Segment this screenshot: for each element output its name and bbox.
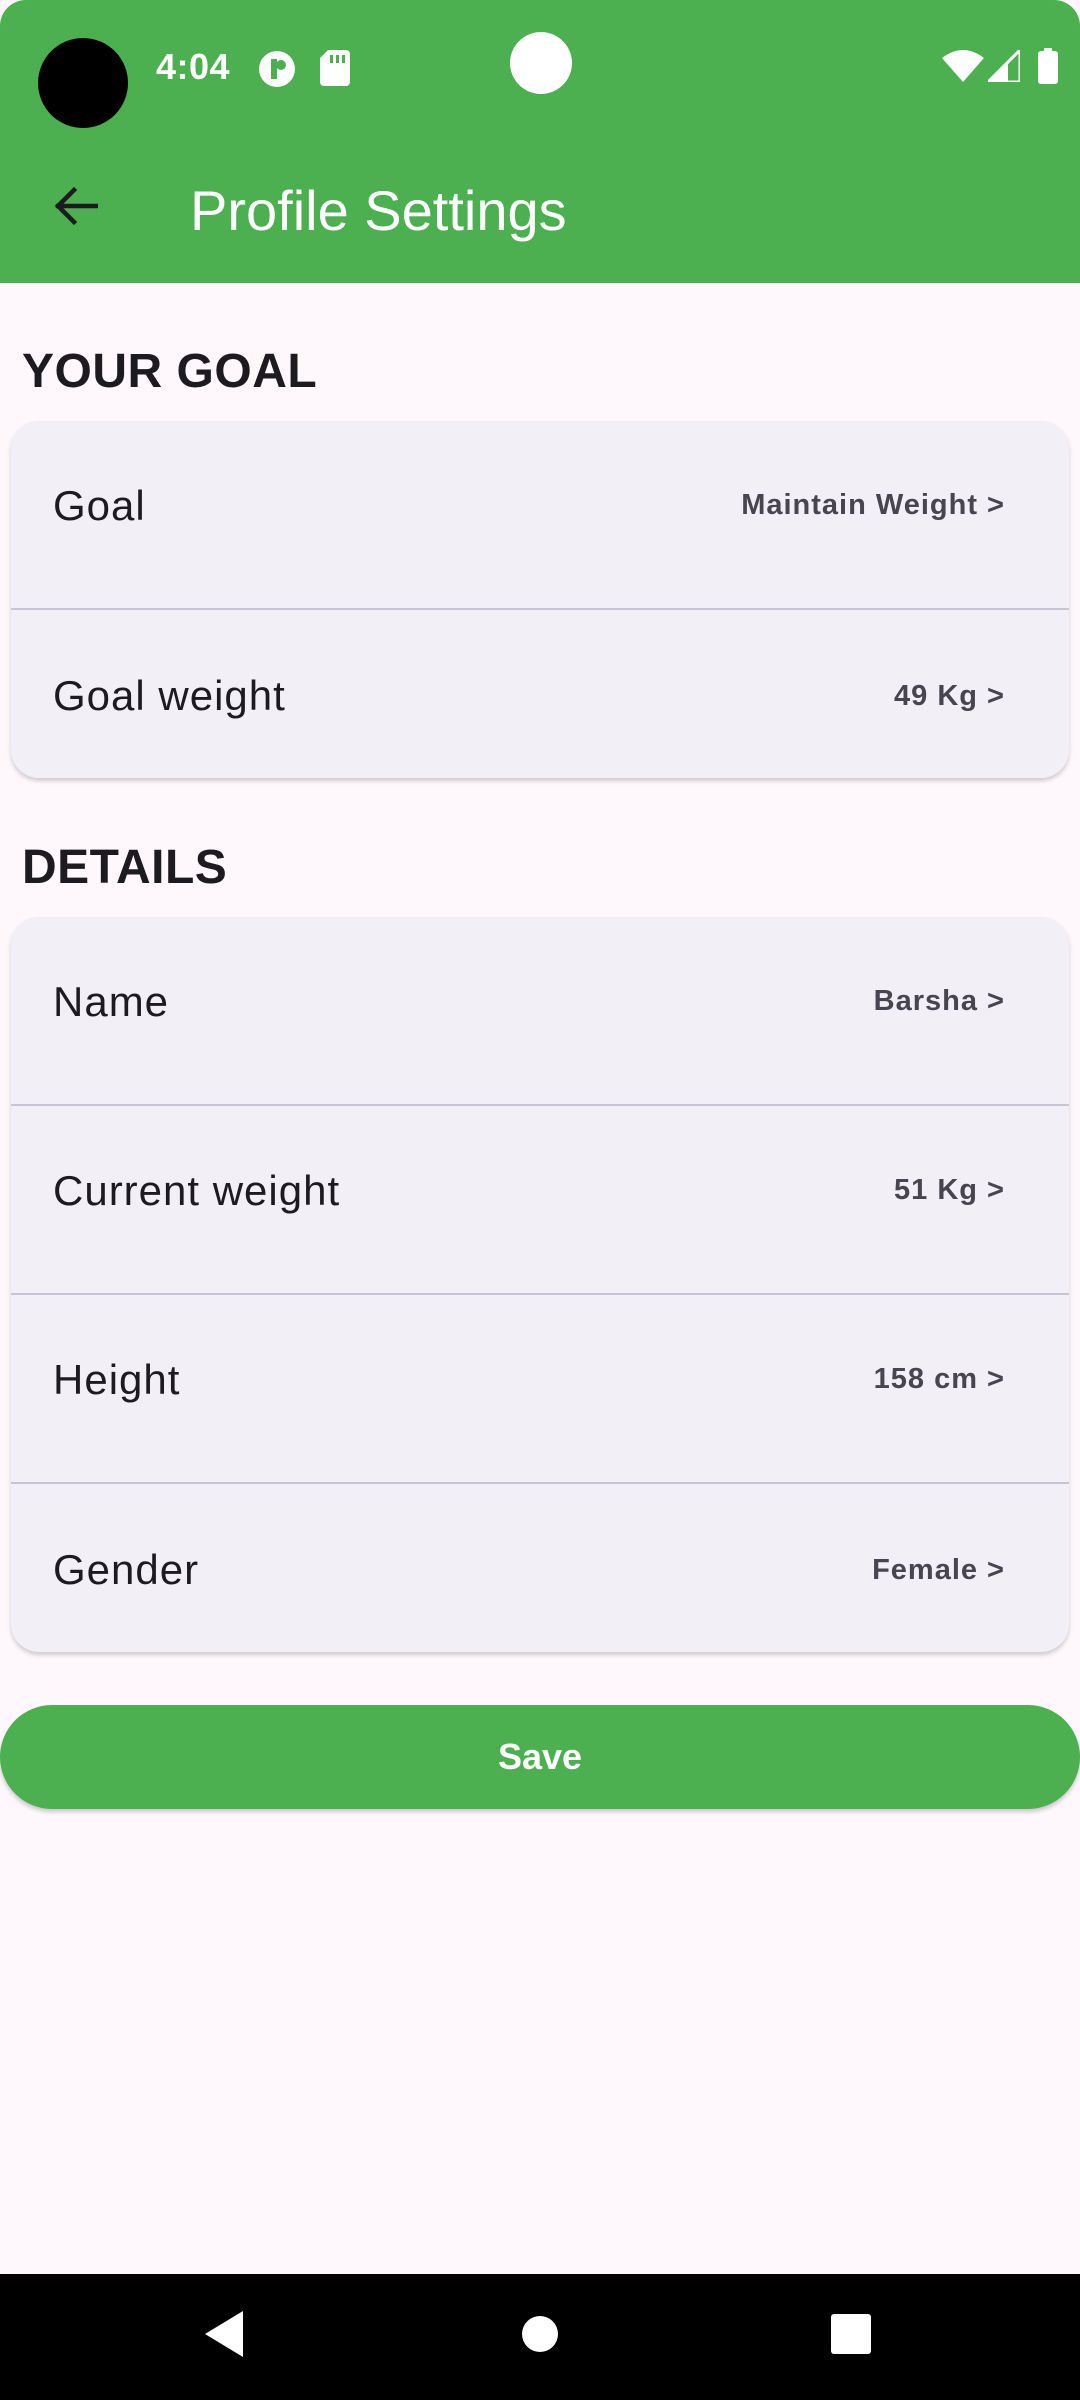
row-value: Barsha > xyxy=(873,985,1005,1017)
front-camera xyxy=(38,38,128,128)
height-row[interactable]: Height 158 cm > xyxy=(11,1295,1069,1484)
nav-recents-button[interactable] xyxy=(806,2306,896,2366)
row-label: Current weight xyxy=(53,1166,341,1214)
row-value: Female > xyxy=(872,1553,1005,1586)
battery-icon xyxy=(1038,48,1058,89)
details-card: Name Barsha > Current weight 51 Kg > Hei… xyxy=(11,917,1069,1652)
save-button-label: Save xyxy=(497,1736,583,1777)
page-title: Profile Settings xyxy=(190,179,567,242)
goal-card: Goal Maintain Weight > Goal weight 49 Kg… xyxy=(11,421,1069,778)
nav-home-icon xyxy=(521,2315,559,2358)
row-label: Gender xyxy=(53,1546,200,1593)
nav-recents-icon xyxy=(831,2313,871,2359)
row-value: 51 Kg > xyxy=(894,1174,1005,1206)
goal-section-heading: YOUR GOAL xyxy=(22,345,318,398)
app-header: 4:04 Profile Settings xyxy=(0,0,1080,283)
back-button[interactable] xyxy=(30,168,120,248)
nav-back-icon xyxy=(205,2310,245,2362)
row-value: 49 Kg > xyxy=(894,679,1005,712)
name-row[interactable]: Name Barsha > xyxy=(11,917,1069,1106)
row-label: Goal weight xyxy=(53,672,286,719)
gender-row[interactable]: Gender Female > xyxy=(11,1484,1069,1652)
nav-home-button[interactable] xyxy=(495,2306,585,2366)
row-label: Goal xyxy=(53,481,146,529)
sd-card-icon xyxy=(320,50,350,91)
row-value: 158 cm > xyxy=(873,1363,1005,1395)
status-dot xyxy=(510,32,572,94)
current-weight-row[interactable]: Current weight 51 Kg > xyxy=(11,1106,1069,1295)
arrow-back-icon xyxy=(52,186,99,231)
goal-row[interactable]: Goal Maintain Weight > xyxy=(11,421,1069,610)
row-value: Maintain Weight > xyxy=(741,489,1005,521)
status-time: 4:04 xyxy=(156,46,231,87)
save-button[interactable]: Save xyxy=(0,1705,1080,1809)
nav-back-button[interactable] xyxy=(180,2306,270,2366)
app-notification-icon xyxy=(258,50,296,93)
wifi-icon xyxy=(942,50,984,87)
row-label: Name xyxy=(53,977,170,1025)
details-section-heading: DETAILS xyxy=(22,841,228,894)
cellular-signal-icon xyxy=(984,46,1022,87)
goal-weight-row[interactable]: Goal weight 49 Kg > xyxy=(11,610,1069,778)
row-label: Height xyxy=(53,1355,181,1403)
